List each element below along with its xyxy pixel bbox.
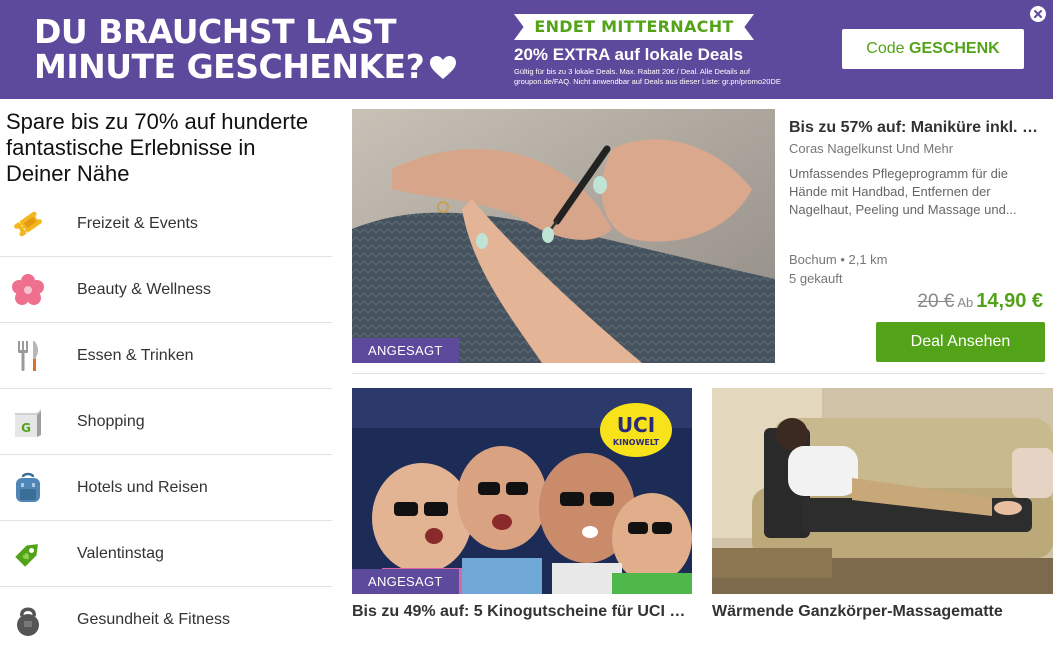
heart-icon xyxy=(430,56,457,79)
old-price: 20 € xyxy=(917,291,955,312)
uci-logo-subtext: KINOWELT xyxy=(613,438,660,447)
deadline-ribbon-text: ENDET MITTERNACHT xyxy=(534,17,734,36)
category-label: Gesundheit & Fitness xyxy=(77,611,230,628)
uci-logo-text: UCI xyxy=(617,413,655,437)
category-item-gesundheit[interactable]: Gesundheit & Fitness xyxy=(0,587,332,653)
category-label: Hotels und Reisen xyxy=(77,478,208,496)
category-label: Valentinstag xyxy=(77,544,164,562)
featured-price: 20 € Ab 14,90 € xyxy=(917,290,1043,313)
code-word: GESCHENK xyxy=(909,40,1000,57)
category-item-shopping[interactable]: G Shopping xyxy=(0,389,332,455)
flower-icon xyxy=(12,273,44,305)
category-label: Shopping xyxy=(77,412,145,430)
location-city: Bochum xyxy=(789,252,837,267)
category-item-valentinstag[interactable]: Valentinstag xyxy=(0,521,332,587)
featured-merchant: Coras Nagelkunst Und Mehr xyxy=(789,141,954,156)
code-prefix: Code xyxy=(866,40,905,57)
deadline-ribbon: ENDET MITTERNACHT xyxy=(514,14,754,40)
fork-knife-icon xyxy=(18,340,39,371)
category-sidebar: Spare bis zu 70% auf hunderte fantastisc… xyxy=(0,99,332,636)
category-label: Essen & Trinken xyxy=(77,346,194,364)
category-label: Beauty & Wellness xyxy=(77,280,211,298)
featured-location: Bochum • 2,1 km xyxy=(789,252,888,267)
promo-fine-print: Gültig für bis zu 3 lokale Deals. Max. R… xyxy=(514,67,781,86)
close-icon xyxy=(1034,10,1042,18)
promo-banner[interactable]: DU BRAUCHST LAST MINUTE GESCHENKE? ENDET… xyxy=(0,0,1053,99)
trending-badge: ANGESAGT xyxy=(352,569,459,594)
banner-headline-line2-text: MINUTE GESCHENKE? xyxy=(34,47,425,86)
category-item-hotels[interactable]: Hotels und Reisen xyxy=(0,455,332,521)
backpack-icon xyxy=(16,472,40,502)
tag-icon xyxy=(15,543,38,567)
sidebar-title: Spare bis zu 70% auf hunderte fantastisc… xyxy=(6,109,309,186)
featured-deal-title[interactable]: Bis zu 57% auf: Maniküre inkl. N... xyxy=(789,119,1045,137)
featured-bought-count: 5 gekauft xyxy=(789,271,843,286)
deal-card-title[interactable]: Wärmende Ganzkörper-Massagematte xyxy=(712,603,1053,621)
cinema-audience-photo: UCI KINOWELT xyxy=(352,388,692,594)
banner-headline: DU BRAUCHST LAST MINUTE GESCHENKE? xyxy=(34,12,457,86)
deal-card-title[interactable]: Bis zu 49% auf: 5 Kinogutscheine für UCI… xyxy=(352,603,692,621)
divider xyxy=(352,373,1045,374)
new-price: 14,90 € xyxy=(976,290,1043,312)
manicure-photo xyxy=(352,109,775,363)
deal-card-image-massage[interactable] xyxy=(712,388,1053,594)
banner-headline-line2: MINUTE GESCHENKE? xyxy=(34,47,457,86)
massage-mat-photo xyxy=(712,388,1053,594)
deal-card-image-cinema[interactable]: UCI KINOWELT ANGESAGT xyxy=(352,388,692,594)
location-distance: • 2,1 km xyxy=(840,252,888,267)
svg-text:G: G xyxy=(21,421,31,435)
category-item-freizeit[interactable]: Freizeit & Events xyxy=(0,191,332,257)
view-deal-button[interactable]: Deal Ansehen xyxy=(876,322,1045,362)
close-banner-button[interactable] xyxy=(1030,6,1046,22)
category-item-beauty[interactable]: Beauty & Wellness xyxy=(0,257,332,323)
featured-deal-image[interactable]: ANGESAGT xyxy=(352,109,775,363)
category-item-essen[interactable]: Essen & Trinken xyxy=(0,323,332,389)
category-list: Freizeit & Events Beauty & Wellness Esse… xyxy=(0,191,332,653)
shopping-bag-icon: G xyxy=(15,408,41,437)
featured-description: Umfassendes Pflegeprogramm für die Hände… xyxy=(789,166,1017,217)
kettlebell-icon xyxy=(17,607,39,636)
trending-badge: ANGESAGT xyxy=(352,338,459,363)
ticket-icon xyxy=(14,211,42,236)
category-label: Freizeit & Events xyxy=(77,214,198,232)
promo-code-button[interactable]: Code GESCHENK xyxy=(842,29,1024,69)
banner-headline-line1: DU BRAUCHST LAST xyxy=(34,12,397,51)
price-from-label: Ab xyxy=(957,295,974,310)
promo-text: 20% EXTRA auf lokale Deals xyxy=(514,45,743,64)
